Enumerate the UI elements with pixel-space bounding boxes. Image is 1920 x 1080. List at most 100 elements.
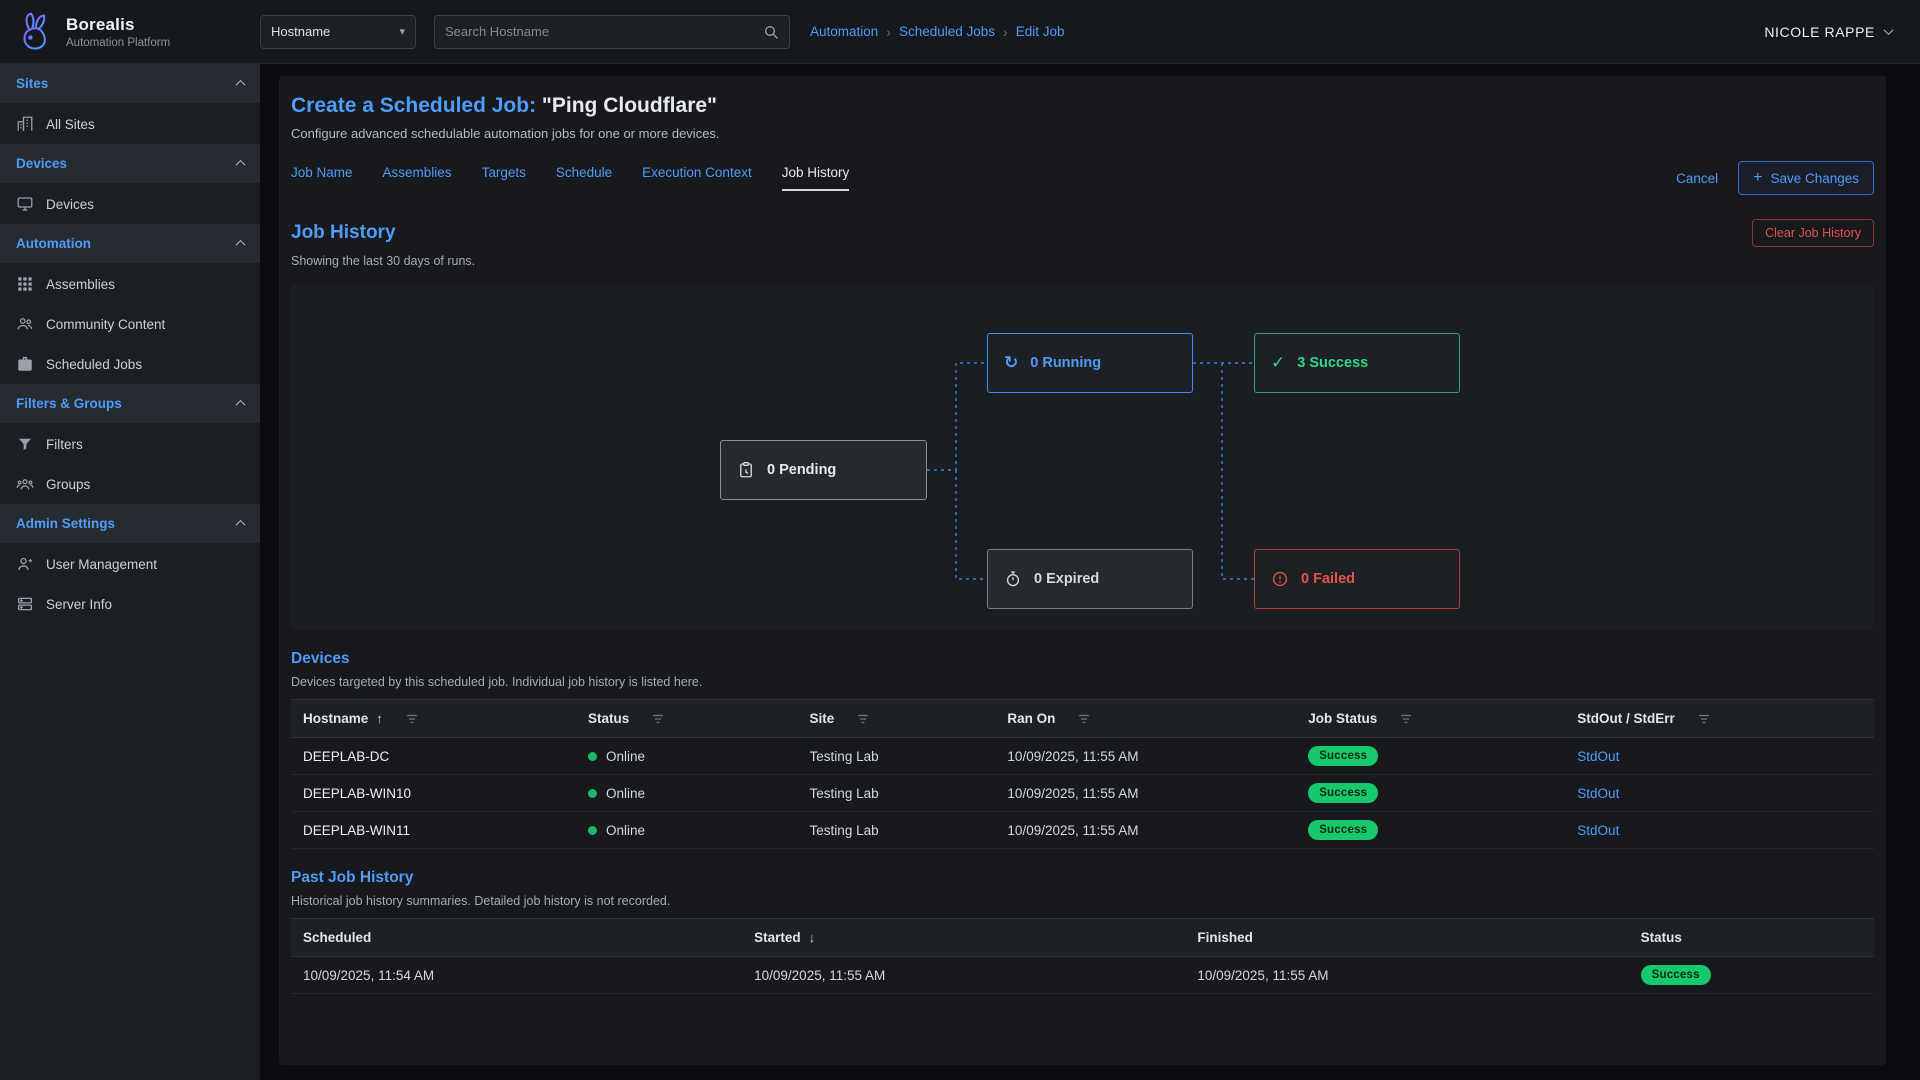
- flow-box-failed[interactable]: 0 Failed: [1254, 549, 1460, 609]
- table-row: 10/09/2025, 11:54 AM 10/09/2025, 11:55 A…: [291, 957, 1874, 994]
- online-status-dot: [588, 826, 597, 835]
- breadcrumb-item-scheduled-jobs[interactable]: Scheduled Jobs: [899, 24, 995, 39]
- plus-icon: +: [1753, 170, 1762, 186]
- edit-job-panel: Create a Scheduled Job: "Ping Cloudflare…: [279, 76, 1886, 1065]
- page-title-prefix: Create a Scheduled Job:: [291, 94, 536, 117]
- column-header-finished[interactable]: Finished: [1185, 919, 1628, 957]
- search-icon[interactable]: [763, 24, 779, 40]
- tab-job-name[interactable]: Job Name: [291, 165, 353, 191]
- sidebar-item-user-management[interactable]: User Management: [0, 544, 260, 584]
- sidebar-item-all-sites[interactable]: All Sites: [0, 104, 260, 144]
- monitor-icon: [16, 195, 34, 213]
- column-header-past-status[interactable]: Status: [1629, 919, 1874, 957]
- sidebar-section-automation[interactable]: Automation: [0, 224, 260, 264]
- sidebar-item-label: Scheduled Jobs: [46, 357, 142, 372]
- flow-box-running[interactable]: ↻ 0 Running: [987, 333, 1193, 393]
- column-filter-icon[interactable]: [651, 712, 665, 726]
- caret-down-icon: ▾: [399, 25, 405, 38]
- user-name: NICOLE RAPPE: [1764, 24, 1875, 40]
- devices-table: Hostname ↑ Status Site: [291, 699, 1874, 849]
- column-filter-icon[interactable]: [1077, 712, 1091, 726]
- page-title-job-name: "Ping Cloudflare": [542, 94, 717, 117]
- status-cell: Online: [576, 775, 798, 812]
- save-changes-button[interactable]: + Save Changes: [1738, 161, 1874, 195]
- column-header-scheduled[interactable]: Scheduled: [291, 919, 742, 957]
- chevron-up-icon: [236, 80, 246, 90]
- tab-actions: Cancel + Save Changes: [1676, 161, 1874, 195]
- sidebar-section-sites[interactable]: Sites: [0, 64, 260, 104]
- tab-targets[interactable]: Targets: [482, 165, 526, 191]
- tab-schedule[interactable]: Schedule: [556, 165, 612, 191]
- breadcrumb-item-automation[interactable]: Automation: [810, 24, 878, 39]
- column-header-ran-on[interactable]: Ran On: [995, 700, 1296, 738]
- breadcrumb-item-edit-job[interactable]: Edit Job: [1016, 24, 1065, 39]
- sidebar-section-filters-groups[interactable]: Filters & Groups: [0, 384, 260, 424]
- save-changes-label: Save Changes: [1770, 171, 1859, 186]
- sidebar-item-scheduled-jobs[interactable]: Scheduled Jobs: [0, 344, 260, 384]
- sidebar-item-community-content[interactable]: Community Content: [0, 304, 260, 344]
- status-badge: Success: [1308, 820, 1378, 840]
- sidebar-section-admin-settings[interactable]: Admin Settings: [0, 504, 260, 544]
- chevron-up-icon: [236, 240, 246, 250]
- tabs-row: Job Name Assemblies Targets Schedule Exe…: [291, 161, 1874, 195]
- tab-job-history[interactable]: Job History: [782, 165, 850, 191]
- sidebar-item-label: Groups: [46, 477, 90, 492]
- check-icon: ✓: [1271, 353, 1285, 373]
- hostname-select[interactable]: Hostname ▾: [260, 15, 416, 49]
- people-icon: [16, 315, 34, 333]
- sidebar-item-devices[interactable]: Devices: [0, 184, 260, 224]
- tab-assemblies[interactable]: Assemblies: [383, 165, 452, 191]
- past-job-history-table: Scheduled Started ↓ Finished Status: [291, 918, 1874, 994]
- column-header-hostname[interactable]: Hostname ↑: [291, 700, 576, 738]
- job-status-cell: Success: [1296, 775, 1565, 812]
- chevron-up-icon: [236, 160, 246, 170]
- hostname-select-label: Hostname: [271, 24, 330, 39]
- column-filter-icon[interactable]: [1399, 712, 1413, 726]
- tab-execution-context[interactable]: Execution Context: [642, 165, 752, 191]
- sidebar-item-label: Community Content: [46, 317, 165, 332]
- sort-asc-icon: ↑: [376, 711, 383, 726]
- sidebar-item-server-info[interactable]: Server Info: [0, 584, 260, 624]
- stdout-link[interactable]: StdOut: [1577, 823, 1619, 838]
- brand-subtitle: Automation Platform: [66, 37, 170, 49]
- sidebar-item-filters[interactable]: Filters: [0, 424, 260, 464]
- flow-box-pending[interactable]: 0 Pending: [720, 440, 927, 500]
- stdout-cell: StdOut: [1565, 775, 1874, 812]
- table-row: DEEPLAB-DC Online Testing Lab 10/09/2025…: [291, 738, 1874, 775]
- hostname-cell: DEEPLAB-WIN11: [291, 812, 576, 849]
- sidebar-item-groups[interactable]: Groups: [0, 464, 260, 504]
- flow-expired-label: 0 Expired: [1034, 571, 1099, 587]
- column-filter-icon[interactable]: [1697, 712, 1711, 726]
- started-cell: 10/09/2025, 11:55 AM: [742, 957, 1185, 994]
- sidebar-item-assemblies[interactable]: Assemblies: [0, 264, 260, 304]
- search-input[interactable]: [445, 24, 763, 39]
- borealis-logo-icon: [12, 10, 56, 54]
- column-header-stdout-stderr[interactable]: StdOut / StdErr: [1565, 700, 1874, 738]
- job-history-header-row: Job History Clear Job History: [291, 219, 1874, 247]
- past-job-history-heading: Past Job History: [291, 869, 1874, 887]
- hostname-cell: DEEPLAB-WIN10: [291, 775, 576, 812]
- column-header-job-status[interactable]: Job Status: [1296, 700, 1565, 738]
- ran-on-cell: 10/09/2025, 11:55 AM: [995, 775, 1296, 812]
- flow-box-expired[interactable]: 0 Expired: [987, 549, 1193, 609]
- column-header-started[interactable]: Started ↓: [742, 919, 1185, 957]
- column-filter-icon[interactable]: [856, 712, 870, 726]
- flow-box-success[interactable]: ✓ 3 Success: [1254, 333, 1460, 393]
- hostname-cell: DEEPLAB-DC: [291, 738, 576, 775]
- chevron-up-icon: [236, 400, 246, 410]
- column-filter-icon[interactable]: [405, 712, 419, 726]
- stdout-link[interactable]: StdOut: [1577, 786, 1619, 801]
- flow-pending-label: 0 Pending: [767, 462, 836, 478]
- column-header-site[interactable]: Site: [798, 700, 996, 738]
- online-status-dot: [588, 789, 597, 798]
- stdout-link[interactable]: StdOut: [1577, 749, 1619, 764]
- column-header-status[interactable]: Status: [576, 700, 798, 738]
- user-menu[interactable]: NICOLE RAPPE: [1764, 24, 1920, 40]
- sidebar-section-devices[interactable]: Devices: [0, 144, 260, 184]
- breadcrumb: Automation › Scheduled Jobs › Edit Job: [810, 24, 1065, 40]
- groups-icon: [16, 475, 34, 493]
- online-status-dot: [588, 752, 597, 761]
- cancel-button[interactable]: Cancel: [1676, 171, 1718, 186]
- clear-job-history-button[interactable]: Clear Job History: [1752, 219, 1874, 247]
- status-badge: Success: [1308, 783, 1378, 803]
